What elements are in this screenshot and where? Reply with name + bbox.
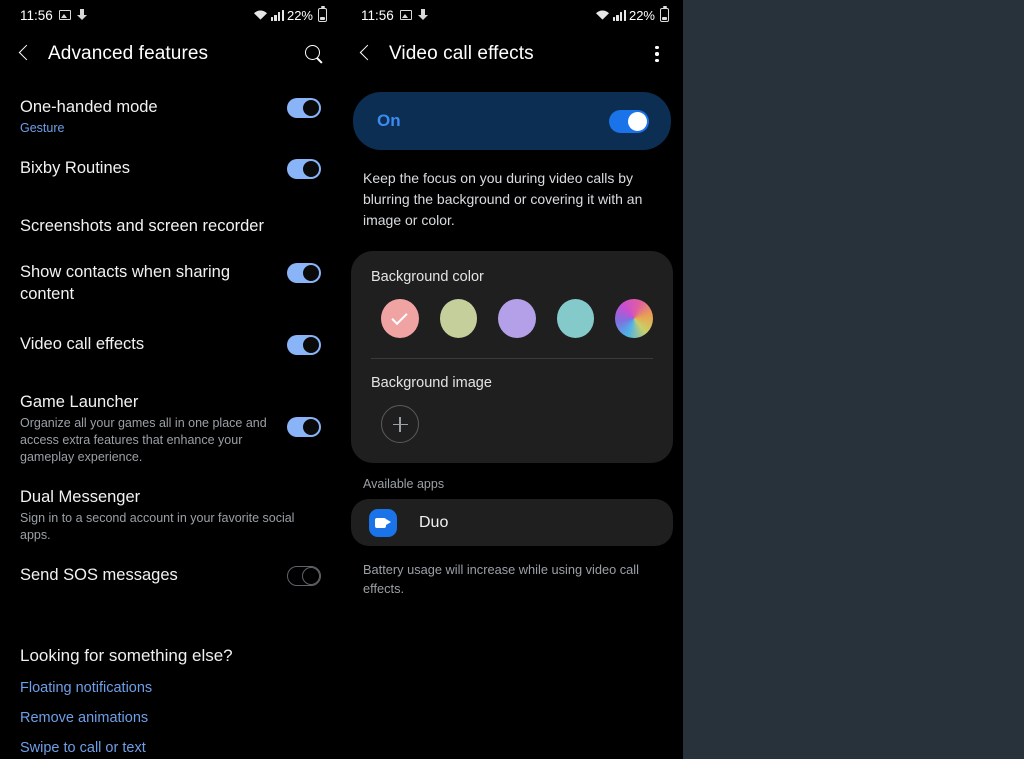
page-title: Video call effects: [389, 43, 534, 64]
master-switch-banner[interactable]: On: [353, 92, 671, 150]
check-icon: [391, 308, 408, 326]
toggle-one-handed-mode[interactable]: [287, 98, 321, 118]
download-icon: [417, 9, 429, 21]
setting-text: One-handed mode Gesture: [20, 96, 287, 137]
available-apps-label: Available apps: [363, 477, 445, 491]
battery-usage-note: Battery usage will increase while using …: [363, 562, 639, 596]
page-title: Advanced features: [48, 43, 209, 64]
setting-text: Send SOS messages: [20, 564, 287, 586]
clock-label: 11:56: [361, 7, 394, 23]
status-bar-right-group: 22%: [253, 6, 327, 23]
link-remove-animations[interactable]: Remove animations: [0, 710, 341, 726]
setting-title: One-handed mode: [20, 98, 158, 116]
toggle-master-switch[interactable]: [609, 109, 649, 133]
setting-text: Dual Messenger Sign in to a second accou…: [20, 486, 321, 544]
toggle-video-call-effects[interactable]: [287, 335, 321, 355]
setting-video-call-effects[interactable]: Video call effects: [0, 333, 341, 371]
app-bar-video-call-effects: Video call effects: [341, 30, 683, 78]
setting-show-contacts-when-sharing[interactable]: Show contacts when sharing content: [0, 261, 341, 305]
setting-text: Video call effects: [20, 333, 287, 355]
card-divider: [371, 358, 653, 359]
setting-title: Bixby Routines: [20, 159, 131, 177]
setting-text: Bixby Routines: [20, 157, 287, 179]
setting-title: Game Launcher: [20, 393, 139, 411]
image-icon: [58, 10, 71, 20]
download-icon: [76, 9, 88, 21]
setting-title: Screenshots and screen recorder: [20, 217, 264, 235]
battery-icon: [318, 6, 327, 22]
app-name-label: Duo: [419, 513, 449, 531]
setting-screenshots-screen-recorder[interactable]: Screenshots and screen recorder: [0, 215, 341, 253]
toggle-bixby-routines[interactable]: [287, 159, 321, 179]
toggle-send-sos-messages[interactable]: [287, 566, 321, 586]
middle-phone-screen: 11:56 22% Video call effects On Keep the: [341, 0, 683, 759]
color-swatch-list: [371, 299, 653, 338]
setting-bixby-routines[interactable]: Bixby Routines: [0, 157, 341, 195]
setting-text: Game Launcher Organize all your games al…: [20, 391, 287, 466]
left-phone-screen: 11:56 22% Advanced features One-handed m…: [0, 0, 341, 759]
background-color-label: Background color: [371, 269, 484, 285]
status-bar-left-group: 11:56: [20, 8, 88, 23]
setting-title: Video call effects: [20, 335, 145, 353]
kebab-menu-icon[interactable]: [647, 43, 667, 65]
clock-label: 11:56: [20, 7, 53, 23]
plus-circle-icon[interactable]: [381, 405, 419, 443]
setting-game-launcher[interactable]: Game Launcher Organize all your games al…: [0, 391, 341, 466]
search-icon[interactable]: [303, 43, 325, 65]
setting-text: Screenshots and screen recorder: [20, 215, 321, 237]
link-swipe-to-call-or-text[interactable]: Swipe to call or text: [0, 740, 341, 756]
setting-send-sos-messages[interactable]: Send SOS messages: [0, 564, 341, 602]
toggle-show-contacts[interactable]: [287, 263, 321, 283]
setting-subtitle: Sign in to a second account in your favo…: [20, 511, 295, 542]
app-bar-advanced-features: Advanced features: [0, 30, 341, 78]
background-options-card: Background color Background image: [351, 251, 673, 463]
master-switch-label: On: [377, 111, 401, 130]
looking-for-something-else-heading: Looking for something else?: [20, 646, 233, 665]
status-bar-left-group: 11:56: [361, 8, 429, 23]
setting-one-handed-mode[interactable]: One-handed mode Gesture: [0, 96, 341, 137]
status-bar-left: 11:56 22%: [0, 0, 341, 30]
battery-icon: [660, 6, 669, 22]
setting-dual-messenger[interactable]: Dual Messenger Sign in to a second accou…: [0, 486, 341, 544]
image-icon: [399, 10, 412, 20]
back-chevron-icon[interactable]: [14, 43, 36, 65]
battery-percent-label: 22%: [286, 7, 313, 23]
feature-description: Keep the focus on you during video calls…: [363, 170, 643, 228]
wifi-icon: [595, 9, 610, 21]
status-bar-right-group: 22%: [595, 6, 669, 23]
right-video-call-screen: No video Video call effects No effects B…: [683, 0, 1024, 759]
wifi-icon: [253, 9, 268, 21]
settings-list: One-handed mode Gesture Bixby Routines S…: [0, 78, 341, 759]
setting-title: Show contacts when sharing content: [20, 263, 231, 303]
signal-icon: [612, 9, 626, 21]
link-floating-notifications[interactable]: Floating notifications: [0, 680, 341, 696]
status-bar-middle: 11:56 22%: [341, 0, 683, 30]
battery-percent-label: 22%: [628, 7, 655, 23]
swatch-teal[interactable]: [556, 299, 595, 338]
setting-title: Send SOS messages: [20, 566, 178, 584]
swatch-pink[interactable]: [381, 299, 419, 338]
background-image-label: Background image: [371, 375, 492, 391]
setting-text: Show contacts when sharing content: [20, 261, 287, 305]
three-panel-screenshot: 11:56 22% Advanced features One-handed m…: [0, 0, 1024, 759]
setting-title: Dual Messenger: [20, 488, 141, 506]
swatch-rainbow[interactable]: [615, 299, 653, 338]
signal-icon: [270, 9, 284, 21]
setting-subtitle: Organize all your games all in one place…: [20, 416, 267, 464]
swatch-sage-green[interactable]: [439, 299, 478, 338]
swatch-lavender[interactable]: [498, 299, 536, 338]
back-chevron-icon[interactable]: [355, 43, 377, 65]
setting-subtitle[interactable]: Gesture: [20, 120, 277, 137]
duo-video-icon: [369, 508, 397, 537]
toggle-game-launcher[interactable]: [287, 417, 321, 437]
app-row-duo[interactable]: Duo: [351, 499, 673, 546]
